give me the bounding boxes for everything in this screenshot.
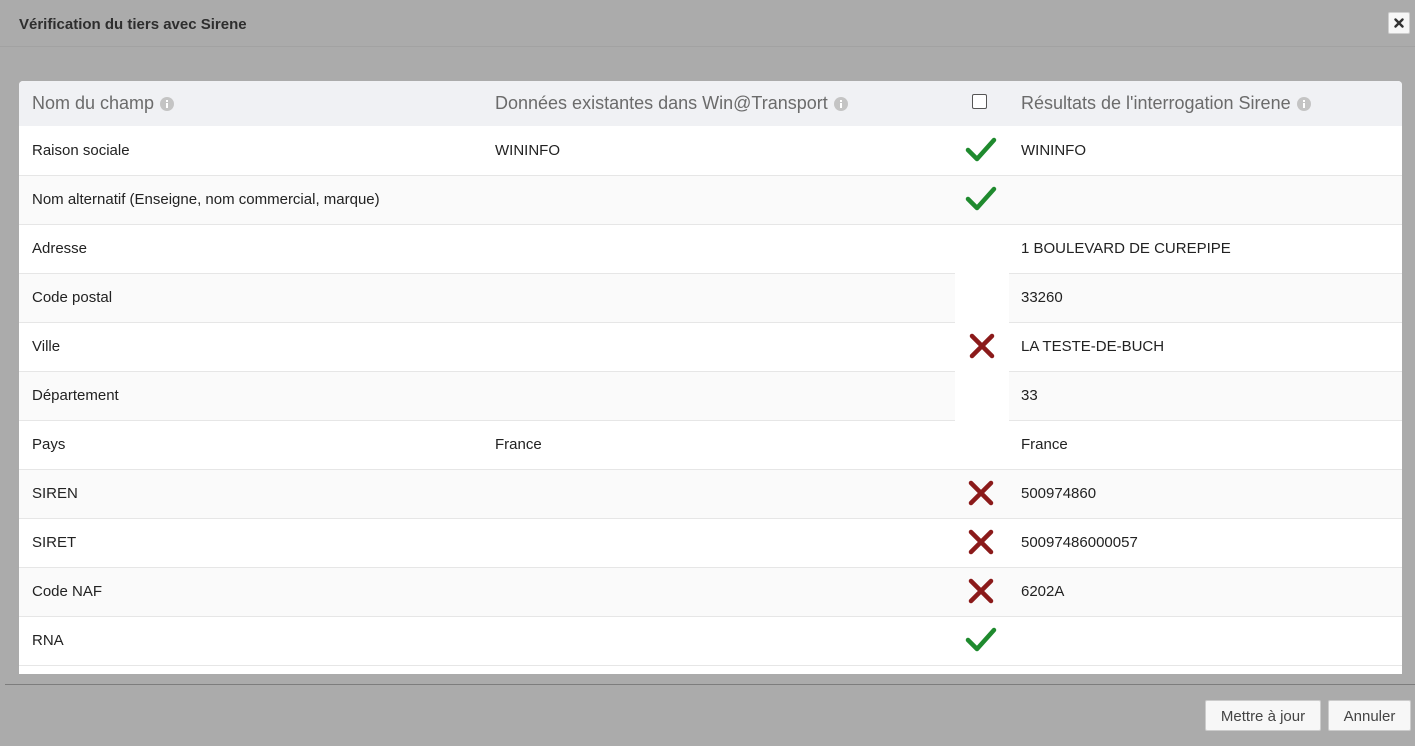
table-row: Nom alternatif (Enseigne, nom commercial… [19,175,1402,224]
sirene-value: 500974860 [1021,485,1097,502]
cancel-button[interactable]: Annuler [1328,700,1411,731]
header-results: Résultats de l'interrogation Sirene [1021,81,1311,126]
cross-icon[interactable] [965,575,997,607]
row-divider [19,420,955,421]
field-name: Pays [32,436,66,453]
header-existing-label: Données existantes dans Win@Transport [495,93,828,113]
cross-icon[interactable] [965,526,997,558]
row-divider [19,175,1402,176]
address-group-status [955,224,1009,469]
table-row: RNA [19,616,1402,665]
row-divider [19,469,1402,470]
info-icon[interactable] [1296,96,1311,111]
field-name: Ville [32,338,61,355]
sirene-value: 6202A [1021,583,1065,600]
row-divider [19,322,955,323]
table-row: Département 33 [19,371,1402,420]
row-divider [19,224,1402,225]
table-row: Adresse 1 BOULEVARD DE CUREPIPE [19,224,1402,273]
sirene-verification-dialog: Vérification du tiers avec Sirene Nom du… [0,0,1415,746]
close-icon [1394,18,1404,28]
row-divider [1009,273,1402,274]
info-icon[interactable] [160,96,175,111]
row-divider [1009,322,1402,323]
check-icon[interactable] [965,134,997,166]
cross-icon[interactable] [965,477,997,509]
header-existing: Données existantes dans Win@Transport [495,81,848,126]
field-name: SIREN [32,485,78,502]
close-button[interactable] [1388,12,1410,34]
sirene-value: WININFO [1021,142,1086,159]
sirene-value: LA TESTE-DE-BUCH [1021,338,1165,355]
row-divider [1009,420,1402,421]
table-row: Code postal 33260 [19,273,1402,322]
row-divider [19,665,1402,666]
header-results-label: Résultats de l'interrogation Sirene [1021,93,1291,113]
dialog-title: Vérification du tiers avec Sirene [19,16,247,33]
row-divider [19,371,955,372]
row-divider [1009,371,1402,372]
sirene-value: 1 BOULEVARD DE CUREPIPE [1021,240,1231,257]
row-divider [19,518,1402,519]
select-all-checkbox[interactable] [972,94,987,109]
row-divider [19,616,1402,617]
comparison-table: Nom du champ Données existantes dans Win… [19,81,1402,674]
sirene-value: 33 [1021,387,1038,404]
existing-value: France [495,436,542,453]
cross-icon[interactable] [966,330,998,362]
info-icon[interactable] [833,96,848,111]
field-name: Nom alternatif (Enseigne, nom commercial… [32,191,380,208]
footer-divider [5,684,1415,685]
table-header: Nom du champ Données existantes dans Win… [19,81,1402,126]
field-name: Raison sociale [32,142,130,159]
field-name: Code postal [32,289,113,306]
table-row: Raison sociale WININFO WININFO [19,126,1402,175]
field-name: RNA [32,632,64,649]
table-row: SIRET 50097486000057 [19,518,1402,567]
table-row: Code NAF 6202A [19,567,1402,616]
check-icon[interactable] [965,624,997,656]
update-button[interactable]: Mettre à jour [1205,700,1321,731]
field-name: Adresse [32,240,88,257]
table-row: Ville LA TESTE-DE-BUCH [19,322,1402,371]
row-divider [19,273,955,274]
table-row: SIREN 500974860 [19,469,1402,518]
sirene-value: 33260 [1021,289,1063,306]
sirene-value: France [1021,436,1068,453]
field-name: SIRET [32,534,77,551]
field-name: Département [32,387,119,404]
table-row: Pays France France [19,420,1402,469]
check-icon[interactable] [965,183,997,215]
dialog-titlebar: Vérification du tiers avec Sirene [0,0,1415,47]
existing-value: WININFO [495,142,560,159]
header-field: Nom du champ [32,81,175,126]
row-divider [19,567,1402,568]
sirene-value: 50097486000057 [1021,534,1138,551]
header-field-label: Nom du champ [32,93,155,113]
field-name: Code NAF [32,583,103,600]
